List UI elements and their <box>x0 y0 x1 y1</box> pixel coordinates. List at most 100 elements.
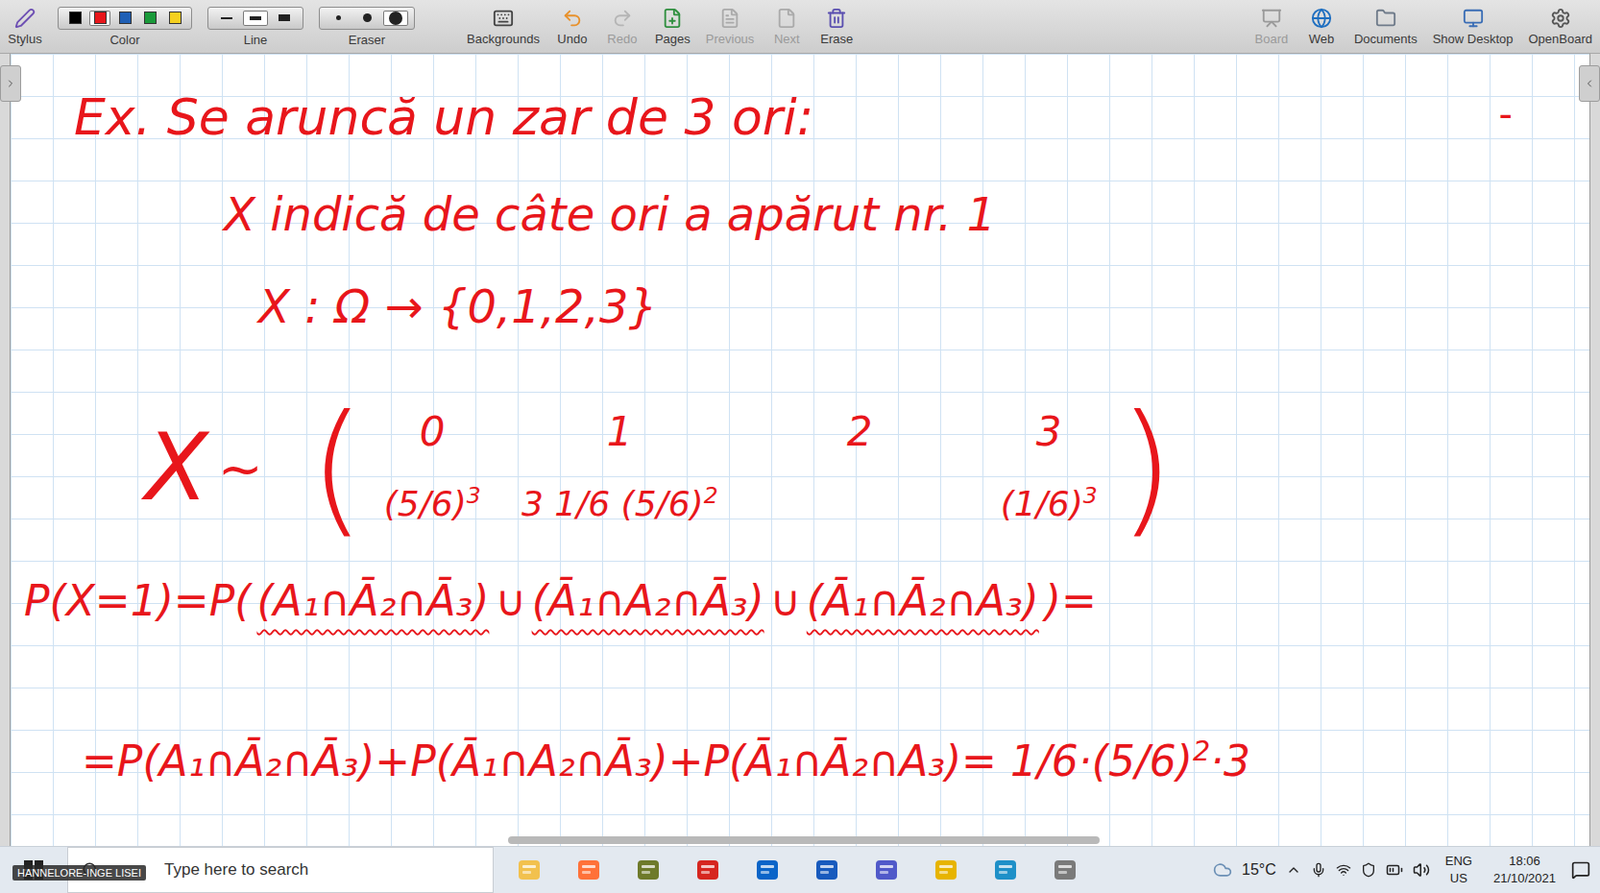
toolbar-button[interactable]: Erase <box>819 7 854 47</box>
toolbar-label: Undo <box>557 31 587 47</box>
board-area: Ex. Se aruncă un zar de 3 ori:X indică d… <box>0 53 1600 847</box>
show-hidden-icon[interactable] <box>1285 862 1302 878</box>
matrix-grid: 0123(5/6)33 1/6 (5/6)2(1/6)3 <box>364 407 1118 530</box>
taskbar-app[interactable] <box>499 847 559 893</box>
left-strip <box>0 53 11 847</box>
variable-name: X <box>145 421 209 514</box>
app-icon <box>933 857 959 883</box>
line-width-option[interactable] <box>214 10 240 26</box>
taskbar-app[interactable] <box>916 847 976 893</box>
taskbar-app[interactable] <box>797 847 857 893</box>
taskbar-app[interactable] <box>678 847 738 893</box>
toolbar-button[interactable]: Backgrounds <box>466 7 540 47</box>
eraser-sample <box>388 11 403 25</box>
tilde: ~ <box>218 436 264 500</box>
toolbar-button[interactable]: Web <box>1304 7 1339 47</box>
app-icon <box>814 857 840 883</box>
color-swatch[interactable] <box>89 10 111 26</box>
clock[interactable]: 18:0621/10/2021 <box>1487 852 1562 888</box>
eraser-size-option[interactable] <box>325 10 351 26</box>
union-sign: ∪ <box>770 576 801 626</box>
toolbar-button[interactable]: Show Desktop <box>1432 7 1514 47</box>
taskbar-app[interactable] <box>975 847 1036 893</box>
tool-icon <box>1375 7 1397 29</box>
toolbar-button[interactable]: Previous <box>705 7 755 47</box>
line-width-option[interactable] <box>242 10 268 26</box>
search-placeholder: Type here to search <box>164 860 309 880</box>
toolbar-button[interactable]: Documents <box>1354 7 1418 47</box>
swatch-fill <box>169 11 182 25</box>
color-swatch[interactable] <box>139 10 161 26</box>
app-icon <box>993 857 1019 883</box>
toolbar-label: Documents <box>1354 31 1418 47</box>
eraser-size-option[interactable] <box>354 10 380 26</box>
color-swatch[interactable] <box>114 10 136 26</box>
line-width-option[interactable] <box>271 10 297 26</box>
line-sample <box>249 16 262 21</box>
toolbar-button[interactable]: Pages <box>654 7 691 47</box>
ink-equation: P(X=1)=P((A₁∩Ā₂∩Ā₃)∪(Ā₁∩A₂∩Ā₃)∪(Ā₁∩Ā₂∩A₃… <box>24 570 1590 632</box>
tool-icon <box>1462 7 1484 29</box>
taskbar-app[interactable] <box>1035 847 1095 893</box>
left-panel-tab[interactable] <box>0 65 22 102</box>
tool-icon <box>561 7 583 29</box>
colors-picker <box>57 6 193 30</box>
toolbar-label: Line <box>243 32 268 48</box>
notifications-icon[interactable] <box>1571 860 1591 880</box>
tool-icon <box>1310 7 1333 29</box>
color-swatch[interactable] <box>164 10 186 26</box>
app-icon <box>576 857 602 883</box>
toolbar-button[interactable]: Undo <box>555 7 590 47</box>
taskbar-app[interactable] <box>856 847 917 893</box>
eraser-size-option[interactable] <box>383 10 409 26</box>
lines-picker <box>207 6 304 30</box>
exponent: 3 <box>466 482 482 510</box>
toolbar-label: Stylus <box>7 31 42 47</box>
expand-icon <box>4 77 17 90</box>
open-paren: ( <box>309 395 366 540</box>
lines-group: Line <box>207 6 304 48</box>
battery-icon[interactable] <box>1385 861 1404 879</box>
toolbar-label: Web <box>1309 31 1335 47</box>
toolbar-label: Erase <box>820 31 853 47</box>
ink-line: X indică de câte ori a apărut nr. 1 <box>223 183 1590 245</box>
tool-icon <box>1260 7 1283 29</box>
toolbar-label: Color <box>109 32 140 48</box>
event-term: (Ā₁∩Ā₂∩A₃) <box>806 576 1040 626</box>
toolbar-button[interactable]: OpenBoard <box>1528 7 1594 47</box>
matrix-probability: 3 1/6 (5/6)2 <box>521 470 719 530</box>
wifi-icon[interactable] <box>1335 862 1352 878</box>
volume-icon[interactable] <box>1412 861 1431 879</box>
taskbar-app[interactable] <box>558 847 619 893</box>
line-sample <box>278 14 291 22</box>
swatch-fill <box>94 11 107 25</box>
erasers-group: Eraser <box>318 6 415 48</box>
event-term: (A₁∩Ā₂∩Ā₃) <box>256 576 489 626</box>
color-swatch[interactable] <box>64 10 86 26</box>
board-canvas[interactable]: Ex. Se aruncă un zar de 3 ori:X indică d… <box>10 53 1590 847</box>
tool-icon <box>14 7 36 29</box>
line-sample <box>220 17 233 20</box>
ink-result: =P(A₁∩Ā₂∩Ā₃)+P(Ā₁∩A₂∩Ā₃)+P(Ā₁∩Ā₂∩A₃)= 1/… <box>81 720 1590 793</box>
language-indicator[interactable]: ENGUS <box>1439 852 1479 888</box>
matrix-value: 2 <box>847 407 873 458</box>
app-icon <box>695 857 721 883</box>
toolbar-button[interactable]: Next <box>769 7 804 47</box>
shield-icon[interactable] <box>1360 862 1377 878</box>
toolbar: Stylus Color Line Eraser Backgrounds Undo Redo… <box>0 0 1600 54</box>
toolbar-button[interactable]: Board <box>1254 7 1289 47</box>
toolbar-button[interactable]: Redo <box>605 7 640 47</box>
matrix-probability: (5/6)3 <box>384 470 482 530</box>
right-panel-tab[interactable] <box>1578 65 1600 102</box>
colors-group: Color <box>57 6 193 48</box>
horizontal-scrollbar[interactable] <box>508 836 1100 845</box>
app-icon <box>635 857 661 883</box>
taskbar-app[interactable] <box>618 847 679 893</box>
swatch-fill <box>144 11 157 25</box>
exponent: 2 <box>1192 734 1211 768</box>
ink-line: X : Ω → {0,1,2,3} <box>258 275 1590 338</box>
taskbar-app[interactable] <box>737 847 798 893</box>
toolbar-button[interactable]: Stylus <box>7 7 43 47</box>
weather-icon <box>1212 860 1233 880</box>
microphone-icon[interactable] <box>1310 862 1327 878</box>
